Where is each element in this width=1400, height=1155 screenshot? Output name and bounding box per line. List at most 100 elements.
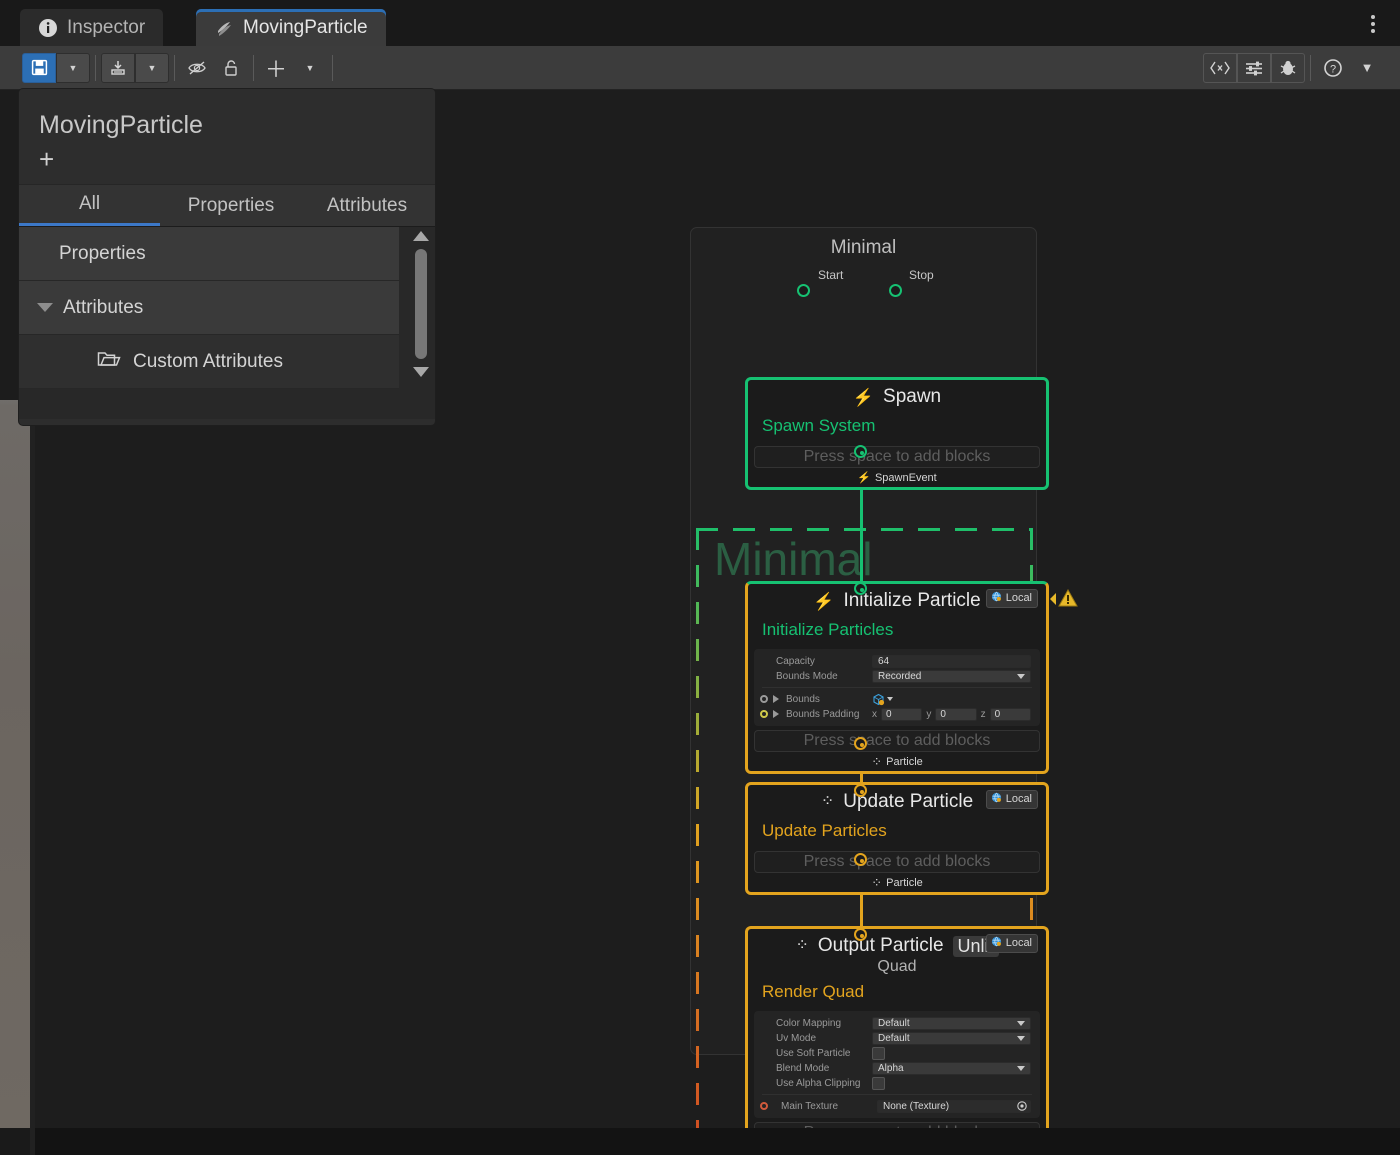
- property-field-capacity[interactable]: 64: [872, 654, 1031, 668]
- node-update-add-block[interactable]: Press space to add blocks: [754, 851, 1040, 873]
- node-update-subtitle: Update Particles: [762, 821, 887, 840]
- node-update-out-port-label: ⁘ Particle: [871, 875, 923, 890]
- exposed-port-bounds-padding[interactable]: [760, 710, 768, 718]
- toolbar-separator-1: [95, 54, 96, 81]
- kebab-menu-icon[interactable]: [1360, 12, 1386, 36]
- exposed-row-bounds: Bounds: [754, 692, 1040, 706]
- help-button[interactable]: ?: [1316, 52, 1350, 83]
- object-picker-icon[interactable]: [1017, 1101, 1027, 1111]
- blackboard-scrollbar[interactable]: [411, 227, 431, 419]
- bounds-gizmo-icon[interactable]: [872, 693, 893, 706]
- blackboard-row-attributes[interactable]: Attributes: [19, 281, 399, 335]
- blackboard-button[interactable]: [1203, 52, 1237, 83]
- blackboard-tab-attributes[interactable]: Attributes: [302, 185, 432, 226]
- property-dropdown-color-mapping[interactable]: Default: [872, 1016, 1031, 1030]
- node-initialize-particle[interactable]: ⚡ Initialize Particle Local Initialize P…: [745, 581, 1049, 774]
- debug-button[interactable]: [1271, 52, 1305, 83]
- parameters-button[interactable]: [1237, 52, 1271, 83]
- lock-button[interactable]: [214, 52, 248, 83]
- compile-dropdown[interactable]: ▼: [135, 52, 169, 83]
- property-checkbox-use-alpha-clipping[interactable]: [872, 1076, 885, 1090]
- scroll-down-arrow-icon[interactable]: [413, 367, 429, 377]
- port-spawnevent-out[interactable]: [854, 445, 867, 458]
- node-spawn-out-port-label: ⚡ SpawnEvent: [857, 471, 937, 485]
- scroll-up-arrow-icon[interactable]: [413, 231, 429, 241]
- property-checkbox-use-soft-particle[interactable]: [872, 1046, 885, 1060]
- property-row-blend-mode: Blend Mode Alpha: [754, 1061, 1040, 1075]
- toolbar: ▼ ▼ ＋ ▼ ? ▼: [0, 46, 1400, 90]
- expand-triangle-icon[interactable]: [773, 695, 779, 703]
- port-update-in[interactable]: [854, 784, 867, 797]
- exposed-port-bounds[interactable]: [760, 695, 768, 703]
- property-dropdown-blend-mode[interactable]: Alpha: [872, 1061, 1031, 1075]
- vector-field-x[interactable]: 0: [881, 707, 923, 721]
- tab-inspector[interactable]: Inspector: [20, 9, 164, 46]
- object-field-main-texture[interactable]: None (Texture): [877, 1099, 1031, 1113]
- blackboard-add-button[interactable]: +: [19, 140, 67, 184]
- status-strip: [35, 1128, 1400, 1155]
- add-node-button[interactable]: ＋: [259, 52, 293, 83]
- port-output-in[interactable]: [854, 928, 867, 941]
- save-dropdown[interactable]: ▼: [56, 52, 90, 83]
- toolbar-separator-3: [253, 54, 254, 81]
- node-initialize-add-block[interactable]: Press space to add blocks: [754, 730, 1040, 752]
- svg-text:?: ?: [1330, 63, 1336, 75]
- property-dropdown-uv-mode[interactable]: Default: [872, 1031, 1031, 1045]
- blackboard-tab-all[interactable]: All: [19, 185, 160, 226]
- chevron-down-icon: [1017, 1065, 1025, 1071]
- blackboard-row-label: Custom Attributes: [133, 350, 283, 372]
- toolbar-separator-2: [174, 54, 175, 81]
- expand-triangle-icon[interactable]: [773, 710, 779, 718]
- compile-button[interactable]: [101, 52, 135, 83]
- vector-field-z[interactable]: 0: [989, 707, 1031, 721]
- exposed-port-main-texture[interactable]: [760, 1102, 768, 1110]
- property-row-use-soft-particle: Use Soft Particle: [754, 1046, 1040, 1060]
- folder-icon: [97, 349, 121, 374]
- particle-icon: ⁘: [871, 754, 883, 769]
- system-border-left: [696, 528, 699, 1148]
- property-label-use-alpha-clipping: Use Alpha Clipping: [776, 1077, 861, 1089]
- tab-movingparticle[interactable]: MovingParticle: [196, 9, 386, 46]
- blackboard-row-custom-attributes[interactable]: Custom Attributes: [19, 335, 399, 389]
- globe-icon: [991, 936, 1002, 950]
- port-label-stop: Stop: [909, 268, 934, 282]
- scrollbar-thumb[interactable]: [415, 249, 427, 359]
- node-output-subtitle: Render Quad: [762, 982, 865, 1001]
- blackboard-list[interactable]: Properties Attributes Custom Attributes: [19, 227, 435, 419]
- blackboard-row-label: Properties: [59, 242, 146, 264]
- blackboard-tab-properties[interactable]: Properties: [160, 185, 302, 226]
- port-start[interactable]: [797, 284, 810, 297]
- port-update-out[interactable]: [854, 853, 867, 866]
- property-row-bounds-mode: Bounds Mode Recorded: [754, 669, 1040, 683]
- compile-group: ▼: [101, 52, 169, 83]
- add-node-dropdown[interactable]: ▼: [293, 52, 327, 83]
- blackboard-row-properties[interactable]: Properties: [19, 227, 399, 281]
- vector-field-y[interactable]: 0: [935, 707, 977, 721]
- blackboard-tabs: All Properties Attributes: [19, 184, 435, 227]
- node-output-particle[interactable]: ⁘ Output Particle Unlit Local Quad Rende…: [745, 926, 1049, 1150]
- property-label-use-soft-particle: Use Soft Particle: [776, 1047, 851, 1059]
- port-initialize-out[interactable]: [854, 737, 867, 750]
- save-group: ▼: [22, 52, 90, 83]
- node-update-particle[interactable]: ⁘ Update Particle Local Update Particles…: [745, 782, 1049, 895]
- left-arrow-icon: [1049, 592, 1057, 611]
- port-stop[interactable]: [889, 284, 902, 297]
- node-spawn-add-block[interactable]: Press space to add blocks: [754, 446, 1040, 468]
- node-output-topology: Quad: [877, 958, 917, 975]
- help-dropdown[interactable]: ▼: [1350, 52, 1384, 83]
- node-output-space-badge[interactable]: Local: [985, 934, 1038, 953]
- property-divider: [762, 1094, 1032, 1095]
- save-button[interactable]: [22, 52, 56, 83]
- collapse-triangle-icon[interactable]: [37, 303, 53, 312]
- chevron-down-icon: [1017, 673, 1025, 679]
- node-update-space-badge[interactable]: Local: [985, 790, 1038, 809]
- port-initialize-in[interactable]: [854, 582, 867, 595]
- node-initialize-warning[interactable]: [1049, 588, 1078, 613]
- auto-compile-toggle-button[interactable]: [180, 52, 214, 83]
- node-spawn[interactable]: ⚡ Spawn Spawn System Press space to add …: [745, 377, 1049, 490]
- warning-triangle-icon: [1058, 588, 1078, 613]
- blackboard-panel[interactable]: MovingParticle + All Properties Attribut…: [18, 88, 436, 426]
- property-dropdown-bounds-mode[interactable]: Recorded: [872, 669, 1031, 683]
- node-initialize-space-badge[interactable]: Local: [985, 589, 1038, 608]
- chevron-down-icon: [1017, 1035, 1025, 1041]
